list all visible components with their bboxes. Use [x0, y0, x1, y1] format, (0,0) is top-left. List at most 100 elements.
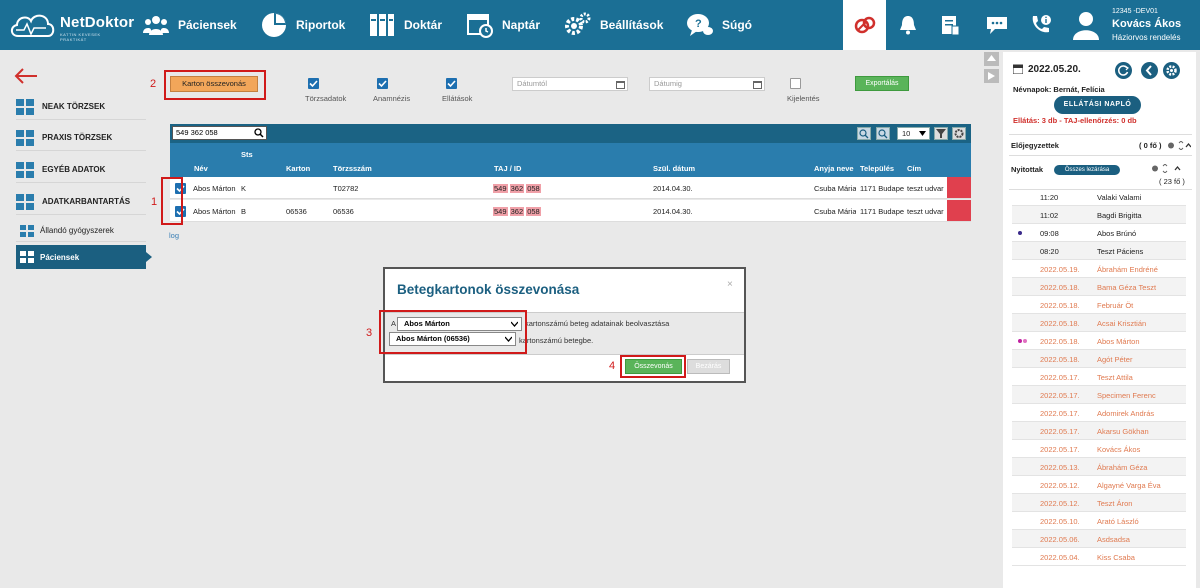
patient-list-item[interactable]: 2022.05.18. Bama Géza Teszt: [1012, 278, 1186, 296]
patient-list-item[interactable]: 2022.05.18. Acsai Krisztián: [1012, 314, 1186, 332]
table-settings-button[interactable]: [952, 127, 966, 140]
bell-icon[interactable]: [896, 13, 920, 37]
sidebar-item-paciensek[interactable]: Páciensek: [16, 245, 146, 269]
cell-anyja-neve: Csuba Mária: [814, 207, 856, 216]
filter-button[interactable]: [934, 127, 948, 140]
scroll-right-button[interactable]: [984, 69, 999, 83]
col-header-sts[interactable]: Sts: [241, 150, 253, 159]
patient-name: Kovács Ákos: [1097, 445, 1141, 454]
calendar-icon[interactable]: [616, 80, 625, 89]
zoom-in-icon: [859, 129, 869, 139]
col-header-nev[interactable]: Név: [194, 164, 208, 173]
log-link[interactable]: log: [169, 231, 179, 240]
patient-list-item[interactable]: 2022.05.17. Akarsu Gökhan: [1012, 422, 1186, 440]
patient-list-item[interactable]: 2022.05.17. Adomirek András: [1012, 404, 1186, 422]
patient-list-item[interactable]: 2022.05.18. Február Öt: [1012, 296, 1186, 314]
patient-list-item[interactable]: 2022.05.06. Asdsadsa: [1012, 530, 1186, 548]
col-header-karton[interactable]: Karton: [286, 164, 310, 173]
col-header-torzsszam[interactable]: Törzsszám: [333, 164, 372, 173]
patient-list-item[interactable]: 2022.05.19. Ábrahám Endréné: [1012, 260, 1186, 278]
user-name: Kovács Ákos: [1112, 18, 1182, 30]
patient-name: Algayné Varga Éva: [1097, 481, 1161, 490]
pills-shortcut[interactable]: [843, 0, 886, 50]
current-date: 2022.05.20.: [1028, 64, 1081, 75]
kijelentes-checkbox[interactable]: [790, 78, 801, 89]
patient-list-item[interactable]: 11:02 Bagdi Brigitta: [1012, 206, 1186, 224]
app-logo[interactable]: NetDoktor KATTIN KEVESEK PRAKTIKÁT: [8, 8, 134, 42]
col-header-taj[interactable]: TAJ / ID: [494, 164, 521, 173]
section-controls-icon[interactable]: [1167, 141, 1191, 150]
nav-settings[interactable]: Beállítások: [564, 0, 663, 50]
refresh-button[interactable]: [1115, 62, 1132, 79]
cell-torzsszam: T02782: [333, 184, 359, 193]
sidebar-item-label: NEAK TÖRZSEK: [42, 102, 106, 111]
cell-telepules: 1171 Budapest: [860, 207, 904, 216]
zoom-out-button[interactable]: [876, 127, 890, 140]
ellatasok-checkbox[interactable]: [446, 78, 457, 89]
grid-icon: [20, 251, 34, 263]
ellatasi-naplo-button[interactable]: ELLÁTÁSI NAPLÓ: [1054, 96, 1141, 114]
torzsadatok-checkbox[interactable]: [308, 78, 319, 89]
sidebar-item-label: ADATKARBANTARTÁS: [42, 197, 131, 206]
search-icon[interactable]: [254, 128, 264, 138]
nav-reports[interactable]: Riportok: [260, 0, 345, 50]
patient-list-item[interactable]: 11:20 Valaki Valami: [1012, 188, 1186, 206]
sidebar-item-neak-torzsek[interactable]: NEAK TÖRZSEK: [16, 94, 146, 120]
back-arrow-icon[interactable]: [14, 68, 38, 84]
patient-list-item[interactable]: 08:20 Teszt Páciens: [1012, 242, 1186, 260]
nav-calendar[interactable]: Naptár: [466, 0, 540, 50]
table-row[interactable]: Abos Márton K T02782 549 362 058 2014.04…: [170, 177, 971, 199]
section-controls-icon[interactable]: [1151, 164, 1183, 173]
app-logo-subtitle: KATTIN KEVESEK PRAKTIKÁT: [60, 32, 101, 42]
sidebar-item-egyeb-adatok[interactable]: EGYÉB ADATOK: [16, 157, 146, 183]
patient-list-item[interactable]: 2022.05.17. Teszt Attila: [1012, 368, 1186, 386]
sidebar-item-praxis-torzsek[interactable]: PRAXIS TÖRZSEK: [16, 125, 146, 151]
export-button[interactable]: Exportálás: [855, 76, 909, 91]
phone-info-icon[interactable]: [1028, 13, 1052, 37]
patient-list-item[interactable]: 2022.05.13. Ábrahám Géza: [1012, 458, 1186, 476]
patient-list-item[interactable]: 2022.05.17. Specimen Ferenc: [1012, 386, 1186, 404]
nav-patients[interactable]: Páciensek: [142, 0, 237, 50]
row-action-cell[interactable]: [947, 200, 971, 221]
panel-settings-button[interactable]: [1163, 62, 1180, 79]
svg-text:?: ?: [695, 18, 702, 30]
zoom-in-button[interactable]: [857, 127, 871, 140]
table-row[interactable]: Abos Márton B 06536 06536 549 362 058 20…: [170, 200, 971, 222]
patient-list-item[interactable]: 09:08 Abos Brúnó: [1012, 224, 1186, 242]
patient-list-item[interactable]: 2022.05.12. Algayné Varga Éva: [1012, 476, 1186, 494]
patient-list-item[interactable]: 2022.05.12. Teszt Áron: [1012, 494, 1186, 512]
close-all-button[interactable]: Összes lezárása: [1054, 165, 1120, 175]
search-input[interactable]: 549 362 058: [172, 126, 267, 140]
anamnezis-checkbox[interactable]: [377, 78, 388, 89]
col-header-szul-datum[interactable]: Szül. dátum: [653, 164, 695, 173]
patient-list-item[interactable]: 2022.05.18. Abos Márton: [1012, 332, 1186, 350]
patient-list-item[interactable]: 2022.05.04. Kiss Csaba: [1012, 548, 1186, 566]
close-icon[interactable]: ×: [727, 279, 733, 290]
prescription-icon[interactable]: [938, 13, 962, 37]
col-header-anyja-neve[interactable]: Anyja neve: [814, 164, 856, 173]
page-size-select[interactable]: 10: [897, 127, 930, 140]
patient-list-item[interactable]: 2022.05.17. Kovács Ákos: [1012, 440, 1186, 458]
messages-icon[interactable]: [985, 13, 1009, 37]
nav-help[interactable]: ? Súgó: [686, 0, 752, 50]
sidebar-item-adatkarbantartas[interactable]: ADATKARBANTARTÁS: [16, 189, 146, 215]
close-dialog-button[interactable]: Bezárás: [687, 359, 730, 374]
calendar-icon[interactable]: [753, 80, 762, 89]
sidebar-item-allando-gyogyszerek[interactable]: Állandó gyógyszerek: [16, 220, 146, 242]
help-chat-icon: ?: [687, 14, 713, 36]
user-menu[interactable]: 12345 -DEV01 Kovács Ákos Háziorvos rende…: [1062, 0, 1200, 50]
col-header-cim[interactable]: Cím: [907, 164, 921, 173]
patient-list-item[interactable]: 2022.05.10. Arató László: [1012, 512, 1186, 530]
scroll-up-button[interactable]: [984, 52, 999, 66]
patient-time: 2022.05.06.: [1040, 535, 1080, 544]
prev-day-button[interactable]: [1141, 62, 1158, 79]
dialog-text-1: kartonszámú beteg adatainak beolvasztása: [525, 319, 670, 328]
patient-list-item[interactable]: 2022.05.18. Agót Péter: [1012, 350, 1186, 368]
col-header-telepules[interactable]: Település: [860, 164, 904, 173]
date-from-input[interactable]: Dátumtól: [512, 77, 628, 91]
date-to-input[interactable]: Dátumig: [649, 77, 765, 91]
nav-doktar[interactable]: Doktár: [368, 0, 442, 50]
elojegyzettek-section[interactable]: Előjegyzettek ( 0 fő ): [1009, 134, 1192, 156]
row-action-cell[interactable]: [947, 177, 971, 198]
cell-anyja-neve: Csuba Mária: [814, 184, 856, 193]
